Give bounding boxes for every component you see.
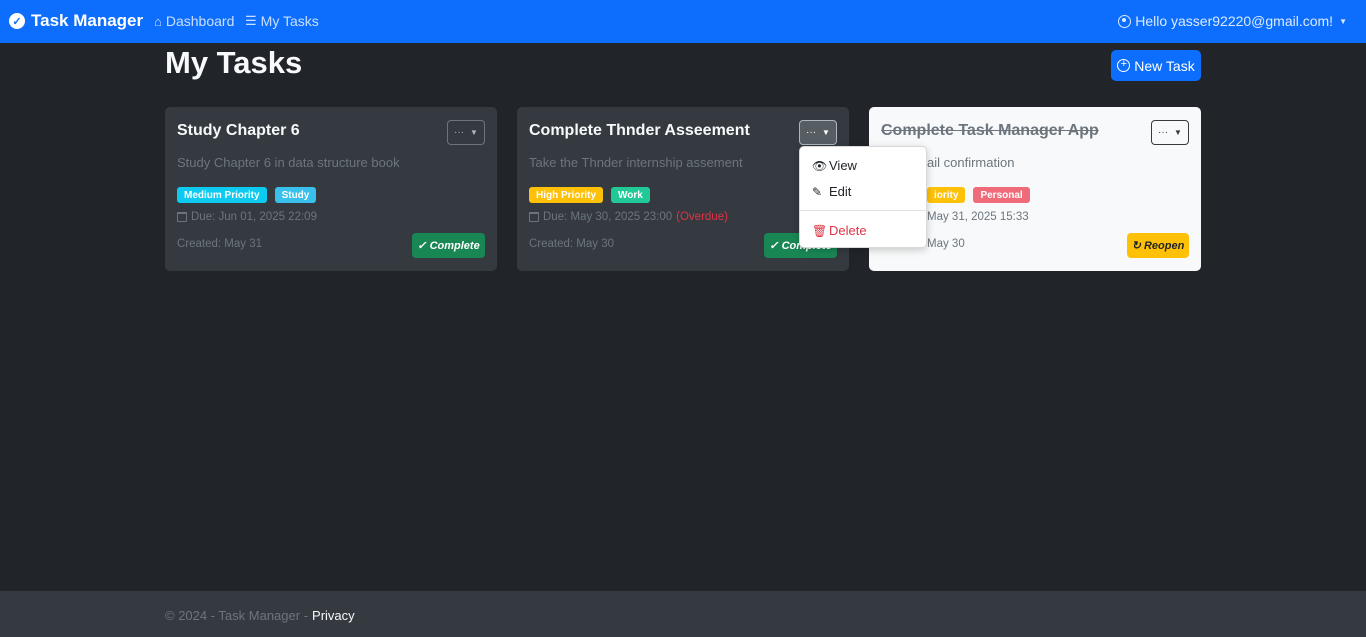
calendar-icon: [177, 212, 187, 222]
category-badge: Work: [611, 187, 650, 203]
task-title: Study Chapter 6: [177, 122, 300, 139]
menu-delete-label: Delete: [829, 223, 867, 238]
task-description: Study Chapter 6 in data structure book: [177, 155, 400, 170]
due-date: Due: Jun 01, 2025 22:09: [177, 211, 317, 223]
calendar-icon: [529, 212, 539, 222]
created-date: Created: May 30: [529, 238, 615, 250]
nav-my-tasks-label: My Tasks: [260, 13, 319, 29]
person-circle-icon: [1118, 14, 1132, 28]
due-text: Due: May 30, 2025 23:00: [543, 211, 673, 223]
menu-item-view[interactable]: 👁 View: [812, 158, 857, 173]
overdue-label: (Overdue): [676, 211, 728, 223]
reopen-label: Reopen: [1143, 239, 1185, 252]
category-badge: Personal: [973, 187, 1030, 203]
check-circle-icon: ✓: [9, 13, 25, 29]
menu-edit-label: Edit: [829, 184, 852, 199]
nav-dashboard[interactable]: ⌂ Dashboard: [154, 13, 234, 29]
plus-circle-icon: +: [1117, 59, 1131, 72]
menu-divider: [800, 210, 926, 211]
task-title: Complete Task Manager App: [881, 122, 1099, 139]
ellipsis-icon: ···: [1158, 127, 1169, 138]
menu-item-edit[interactable]: ✎ Edit: [812, 184, 851, 199]
complete-button[interactable]: ✓ Complete: [412, 233, 485, 258]
trash-icon: 🗑: [812, 223, 828, 238]
footer-copyright: © 2024 - Task Manager -: [165, 608, 309, 623]
priority-badge: iority: [927, 187, 966, 203]
ellipsis-icon: ···: [806, 127, 817, 138]
page-title: My Tasks: [165, 45, 303, 80]
due-text: May 31, 2025 15:33: [927, 211, 1029, 223]
house-icon: ⌂: [154, 13, 162, 29]
complete-label: Complete: [429, 239, 480, 252]
check-icon: ✓: [769, 240, 779, 252]
reopen-button[interactable]: ↻ Reopen: [1127, 233, 1189, 258]
due-text: Due: Jun 01, 2025 22:09: [191, 211, 317, 223]
created-date: May 30: [927, 238, 965, 250]
user-menu-toggle[interactable]: Hello yasser92220@gmail.com! ▼: [1118, 13, 1347, 29]
caret-down-icon: ▼: [822, 128, 830, 137]
task-dropdown-menu: 👁 View ✎ Edit 🗑 Delete: [799, 146, 927, 248]
task-menu-button[interactable]: ··· ▼: [799, 120, 837, 145]
caret-down-icon: ▼: [1174, 128, 1182, 137]
due-date: Due: May 30, 2025 23:00 (Overdue): [529, 211, 728, 223]
task-description: Take the Thnder internship assement: [529, 155, 743, 170]
task-title: Complete Thnder Asseement: [529, 122, 750, 139]
privacy-link[interactable]: Privacy: [312, 608, 355, 623]
category-badge: Study: [274, 187, 317, 203]
priority-badge: Medium Priority: [177, 187, 267, 203]
caret-down-icon: ▼: [470, 128, 478, 137]
task-card: Study Chapter 6 ··· ▼ Study Chapter 6 in …: [165, 107, 497, 271]
check-icon: ✓: [417, 240, 427, 252]
list-icon: ☰: [245, 13, 257, 28]
footer: © 2024 - Task Manager - Privacy: [0, 591, 1366, 637]
user-greeting: Hello yasser92220@gmail.com!: [1135, 13, 1334, 29]
pencil-icon: ✎: [812, 184, 823, 199]
eye-icon: 👁: [812, 158, 828, 173]
top-navbar: ✓ Task Manager ⌂ Dashboard ☰ My Tasks He…: [0, 0, 1366, 43]
menu-view-label: View: [829, 158, 857, 173]
task-menu-button[interactable]: ··· ▼: [1151, 120, 1189, 145]
task-description: ail confirmation: [927, 155, 1015, 170]
brand-name: Task Manager: [31, 11, 144, 30]
priority-badge: High Priority: [529, 187, 604, 203]
ellipsis-icon: ···: [454, 127, 465, 138]
new-task-label: New Task: [1134, 57, 1195, 74]
menu-item-delete[interactable]: 🗑 Delete: [812, 223, 867, 238]
nav-my-tasks[interactable]: ☰ My Tasks: [245, 13, 319, 29]
task-menu-button[interactable]: ··· ▼: [447, 120, 485, 145]
nav-dashboard-label: Dashboard: [165, 13, 235, 29]
new-task-button[interactable]: + New Task: [1111, 50, 1201, 81]
brand-link[interactable]: ✓ Task Manager: [9, 11, 143, 31]
due-date: May 31, 2025 15:33: [927, 211, 1029, 223]
caret-down-icon: ▼: [1339, 16, 1347, 26]
created-date: Created: May 31: [177, 238, 263, 250]
arrow-clockwise-icon: ↻: [1131, 240, 1141, 252]
